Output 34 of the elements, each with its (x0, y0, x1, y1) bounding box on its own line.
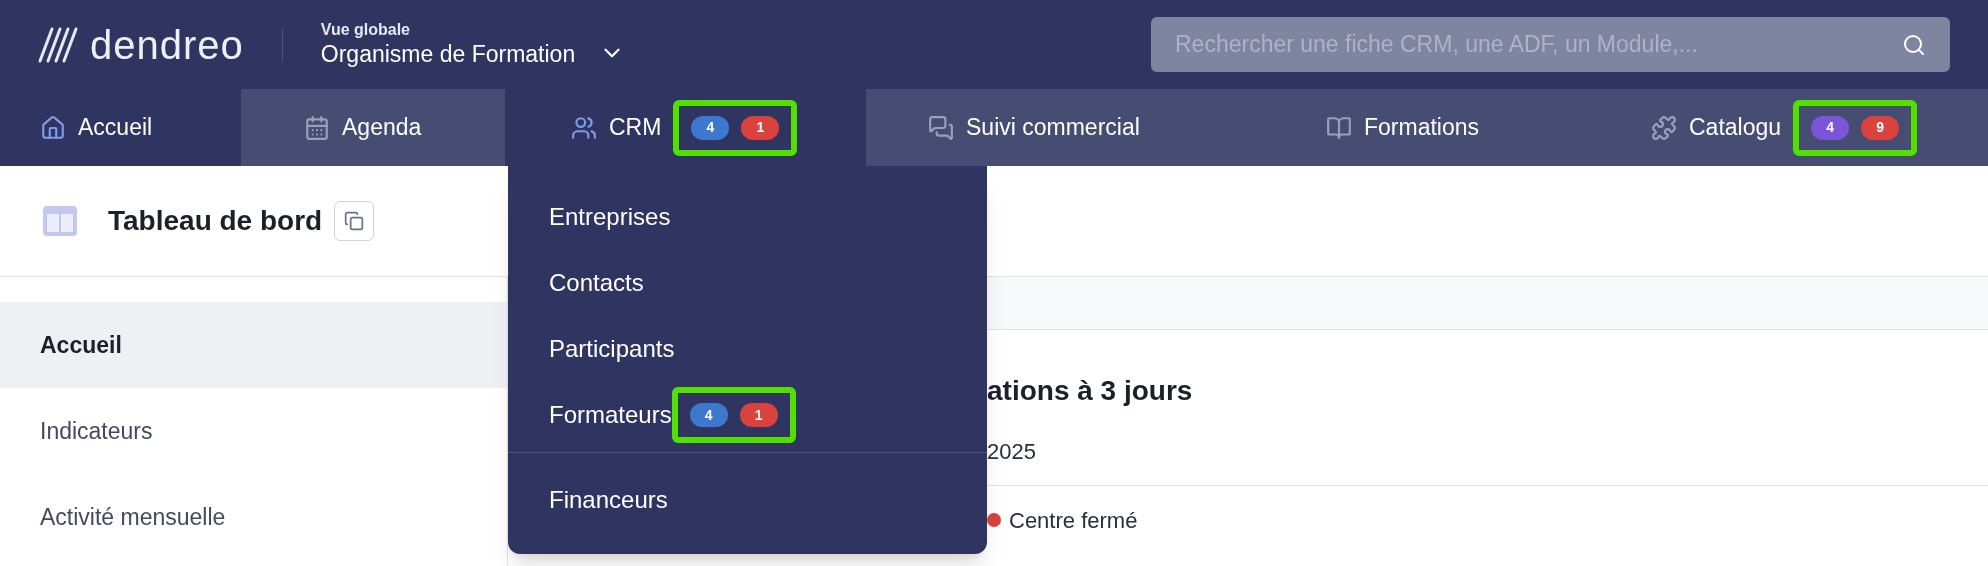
tab-icon (40, 114, 66, 141)
tab-icon (304, 114, 330, 141)
count-badge: 1 (739, 403, 778, 427)
section-heading: ations à 3 jours (987, 374, 1193, 408)
brand-name: dendreo (90, 24, 244, 65)
row-text: 2025 (987, 438, 1036, 466)
count-badge: 4 (689, 403, 728, 427)
tab-icon (1651, 114, 1677, 141)
count-badge: 1 (741, 115, 780, 140)
menu-item[interactable]: Entreprises (508, 184, 987, 250)
layout-icon (42, 205, 78, 237)
count-badge: 9 (1861, 115, 1900, 140)
menu-item[interactable]: Formateurs 4 1 (508, 382, 987, 448)
menu-item[interactable]: Financeurs (508, 467, 987, 533)
row-text: Centre fermé (1009, 506, 1138, 535)
copy-icon (344, 211, 365, 231)
menu-item[interactable]: Participants (508, 316, 987, 382)
logo-icon (38, 26, 78, 63)
context-value: Organisme de Formation (320, 40, 576, 69)
page-title: Tableau de bord (108, 204, 323, 238)
sidebar-item[interactable]: Accueil (0, 302, 507, 388)
count-badge: 4 (1811, 115, 1850, 140)
nav-tab[interactable]: Accueil (0, 89, 241, 166)
sidebar-item[interactable]: Indicateurs (0, 388, 507, 474)
tab-icon (928, 114, 954, 141)
search-icon[interactable] (1902, 32, 1926, 57)
menu-item[interactable]: Contacts (508, 250, 987, 316)
count-badge: 4 (691, 115, 730, 140)
nav-tab[interactable]: CRM 4 1 (505, 89, 866, 166)
copy-button[interactable] (334, 201, 375, 241)
sidebar-item[interactable]: Activité mensuelle (0, 474, 507, 560)
context-label: Vue globale (320, 20, 411, 41)
tab-icon (571, 114, 597, 141)
tab-icon (1326, 114, 1352, 141)
